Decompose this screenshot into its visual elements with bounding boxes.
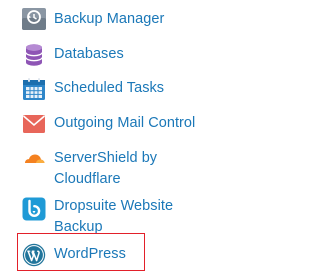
menu-item-label[interactable]: Outgoing Mail Control xyxy=(54,113,195,134)
calendar-icon xyxy=(22,77,46,101)
menu-item-label[interactable]: Backup Manager xyxy=(54,9,164,30)
menu-item-dropsuite-backup[interactable]: Dropsuite Website Backup xyxy=(22,195,206,237)
menu-item-label-line[interactable]: Cloudflare xyxy=(54,171,121,187)
tools-menu: Backup Manager Databases Scheduled Tasks… xyxy=(0,0,206,275)
dropsuite-icon xyxy=(22,197,46,221)
menu-item-label[interactable]: Dropsuite Website Backup xyxy=(54,196,173,238)
wordpress-icon xyxy=(22,243,46,267)
cloudflare-icon xyxy=(22,147,46,171)
menu-item-label[interactable]: WordPress xyxy=(54,244,126,265)
menu-item-scheduled-tasks[interactable]: Scheduled Tasks xyxy=(22,77,206,101)
menu-item-label-line[interactable]: Dropsuite Website xyxy=(54,198,173,214)
menu-item-label[interactable]: ServerShield by Cloudflare xyxy=(54,148,157,190)
menu-item-wordpress[interactable]: WordPress xyxy=(22,243,206,267)
menu-item-outgoing-mail-control[interactable]: Outgoing Mail Control xyxy=(22,112,206,136)
menu-item-label[interactable]: Scheduled Tasks xyxy=(54,78,164,99)
menu-item-databases[interactable]: Databases xyxy=(22,43,206,67)
menu-item-backup-manager[interactable]: Backup Manager xyxy=(22,8,206,32)
envelope-icon xyxy=(22,112,46,136)
database-icon xyxy=(22,43,46,67)
menu-item-label-line[interactable]: ServerShield by xyxy=(54,150,157,166)
menu-item-label-line[interactable]: Backup xyxy=(54,219,103,235)
menu-item-label[interactable]: Databases xyxy=(54,44,124,65)
menu-item-servershield-cloudflare[interactable]: ServerShield by Cloudflare xyxy=(22,147,206,189)
backup-manager-icon xyxy=(22,8,46,32)
